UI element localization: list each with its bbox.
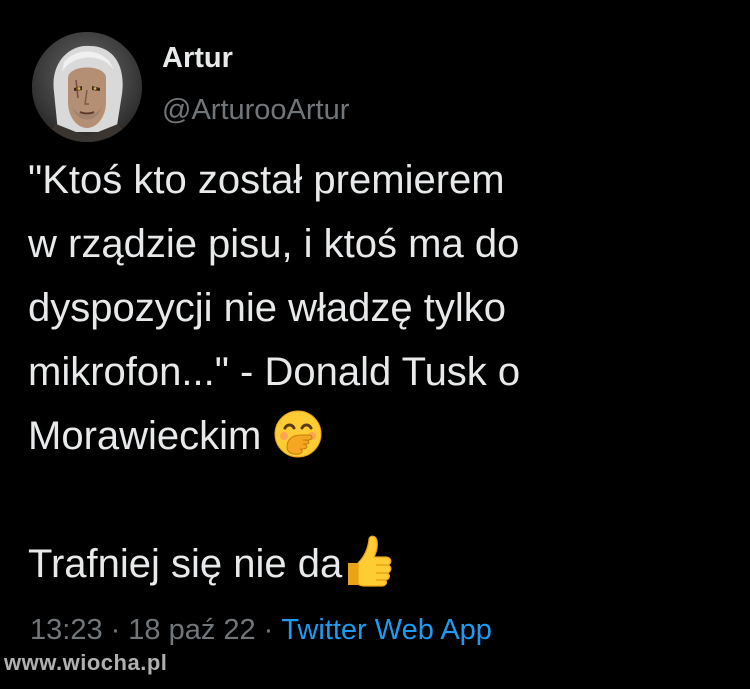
avatar[interactable] (32, 32, 142, 142)
tweet-source-link[interactable]: Twitter Web App (281, 614, 492, 646)
meta-separator: · (263, 614, 274, 646)
tweet-line-text: Morawieckim (28, 414, 262, 458)
tweet-line: dyspozycji nie władzę tylko (28, 286, 506, 330)
watermark: www.wiocha.pl (4, 650, 168, 675)
face-with-hand-over-mouth-icon (273, 409, 323, 459)
tweet-line: "Ktoś kto został premierem (28, 158, 505, 202)
tweet-line-second-paragraph: Trafniej się nie da (28, 532, 728, 596)
tweet-date[interactable]: 18 paź 22 (128, 614, 255, 646)
tweet-time[interactable]: 13:23 (30, 614, 103, 646)
tweet-line: w rządzie pisu, i ktoś ma do (28, 222, 520, 266)
author-handle[interactable]: @ArturooArtur (162, 94, 349, 127)
meta-separator: · (110, 614, 121, 646)
tweet-text: "Ktoś kto został premierem w rządzie pis… (28, 148, 728, 596)
tweet-meta: 13:23 · 18 paź 22 · Twitter Web App (30, 614, 492, 647)
tweet-line-last: Morawieckim (28, 404, 728, 468)
tweet-second-paragraph-text: Trafniej się nie da (28, 542, 343, 586)
author-display-name[interactable]: Artur (162, 42, 233, 75)
tweet-card: Artur @ArturooArtur "Ktoś kto został pre… (0, 0, 750, 689)
tweet-line: mikrofon..." - Donald Tusk o (28, 350, 521, 394)
thumbs-up-icon (342, 533, 394, 589)
avatar-image (32, 32, 142, 142)
